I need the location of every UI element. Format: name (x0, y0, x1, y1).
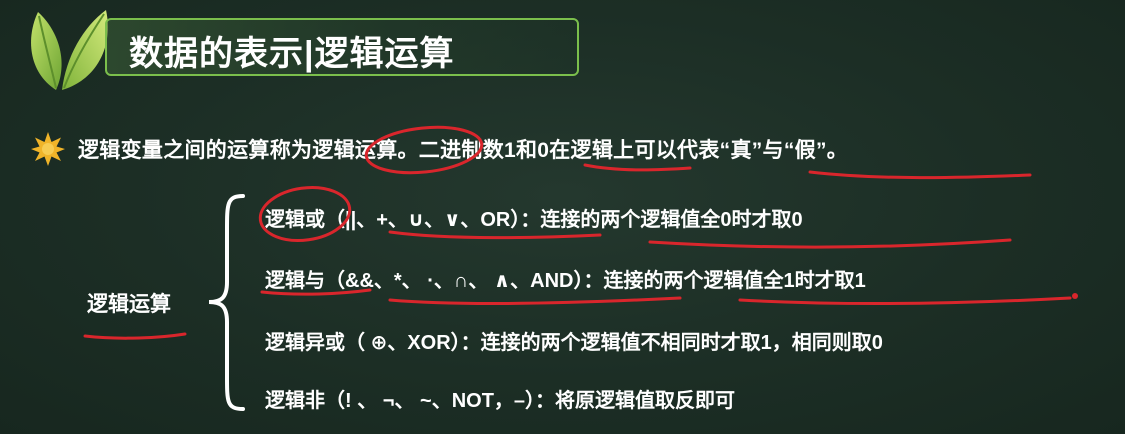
op-or-line: 逻辑或（||、+、∪、∨、OR）：连接的两个逻辑值全0时才取0 (265, 209, 803, 231)
title-box: 数据的表示|逻辑运算 (105, 18, 579, 76)
intro-text: 逻辑变量之间的运算称为逻辑运算。二进制数1和0在逻辑上可以代表“真”与“假”。 (78, 139, 849, 162)
page-title: 数据的表示|逻辑运算 (129, 35, 455, 73)
op-not-line: 逻辑非（! 、 ¬、 ~、NOT，–）：将原逻辑值取反即可 (265, 390, 736, 412)
operations-label: 逻辑运算 (87, 293, 171, 316)
curly-brace-icon (208, 194, 245, 411)
star-icon (31, 132, 65, 166)
op-xor-line: 逻辑异或（ ⊕、XOR）：连接的两个逻辑值不相同时才取1，相同则取0 (265, 332, 883, 354)
slide: 数据的表示|逻辑运算 逻辑变量之间的运算称为逻辑运算。二进制数1和0在逻辑上可以… (0, 0, 1125, 434)
green-leaf-icon (31, 10, 108, 90)
op-and-line: 逻辑与（&&、*、 ·、∩、 ∧、AND）：连接的两个逻辑值全1时才取1 (265, 270, 866, 292)
